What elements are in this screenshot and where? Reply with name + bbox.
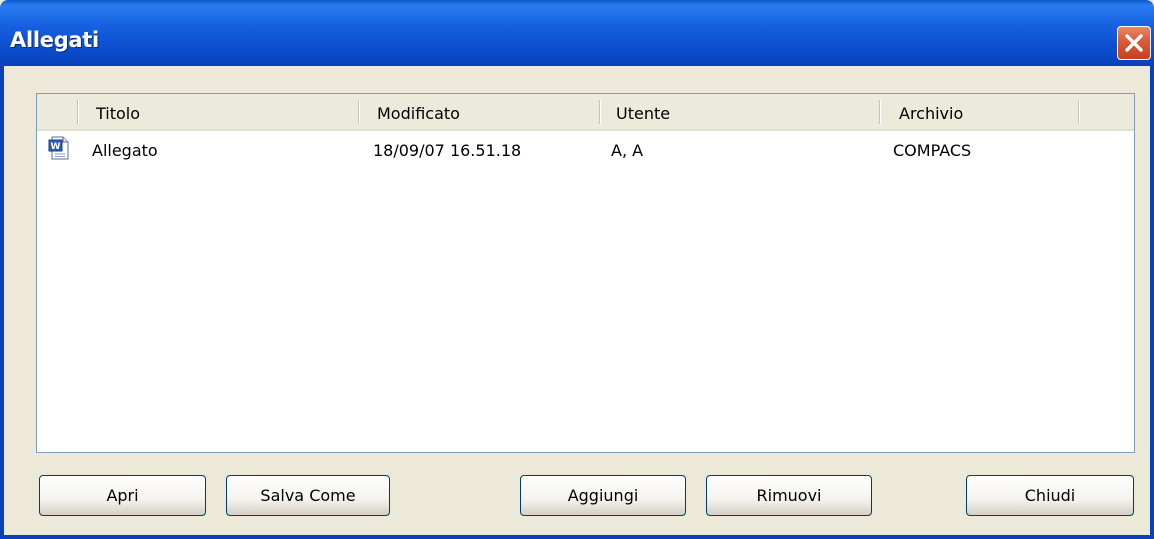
- cell-archivio: COMPACS: [893, 141, 972, 160]
- word-document-icon: W: [48, 136, 69, 160]
- allegati-dialog: Allegati Titolo Modificato Utente Archiv…: [0, 0, 1154, 539]
- cell-titolo: Allegato: [92, 141, 158, 160]
- column-header-titolo[interactable]: Titolo: [96, 104, 140, 123]
- window-title: Allegati: [10, 28, 99, 52]
- svg-text:W: W: [51, 142, 61, 152]
- cell-modificato: 18/09/07 16.51.18: [373, 141, 522, 160]
- column-separator[interactable]: [358, 100, 359, 124]
- column-separator[interactable]: [1078, 100, 1079, 124]
- cell-utente: A, A: [611, 141, 644, 160]
- close-icon: [1125, 34, 1143, 52]
- column-separator[interactable]: [879, 100, 880, 124]
- attachments-list[interactable]: Titolo Modificato Utente Archivio W Alle…: [36, 93, 1135, 453]
- list-header: Titolo Modificato Utente Archivio: [37, 94, 1134, 131]
- column-header-utente[interactable]: Utente: [616, 104, 670, 123]
- column-separator[interactable]: [77, 100, 78, 124]
- column-separator[interactable]: [599, 100, 600, 124]
- table-row[interactable]: W Allegato 18/09/07 16.51.18 A, A COMPAC…: [37, 136, 1134, 162]
- aggiungi-button[interactable]: Aggiungi: [520, 475, 686, 516]
- apri-button[interactable]: Apri: [39, 475, 206, 516]
- column-header-archivio[interactable]: Archivio: [899, 104, 963, 123]
- chiudi-button[interactable]: Chiudi: [966, 475, 1134, 516]
- salva-come-button[interactable]: Salva Come: [226, 475, 390, 516]
- close-button[interactable]: [1117, 26, 1151, 60]
- column-header-modificato[interactable]: Modificato: [377, 104, 460, 123]
- title-bar[interactable]: Allegati: [0, 0, 1154, 66]
- window-frame-bottom: [0, 535, 1154, 539]
- window-frame-left: [0, 66, 4, 539]
- rimuovi-button[interactable]: Rimuovi: [706, 475, 872, 516]
- window-frame-right: [1150, 66, 1154, 539]
